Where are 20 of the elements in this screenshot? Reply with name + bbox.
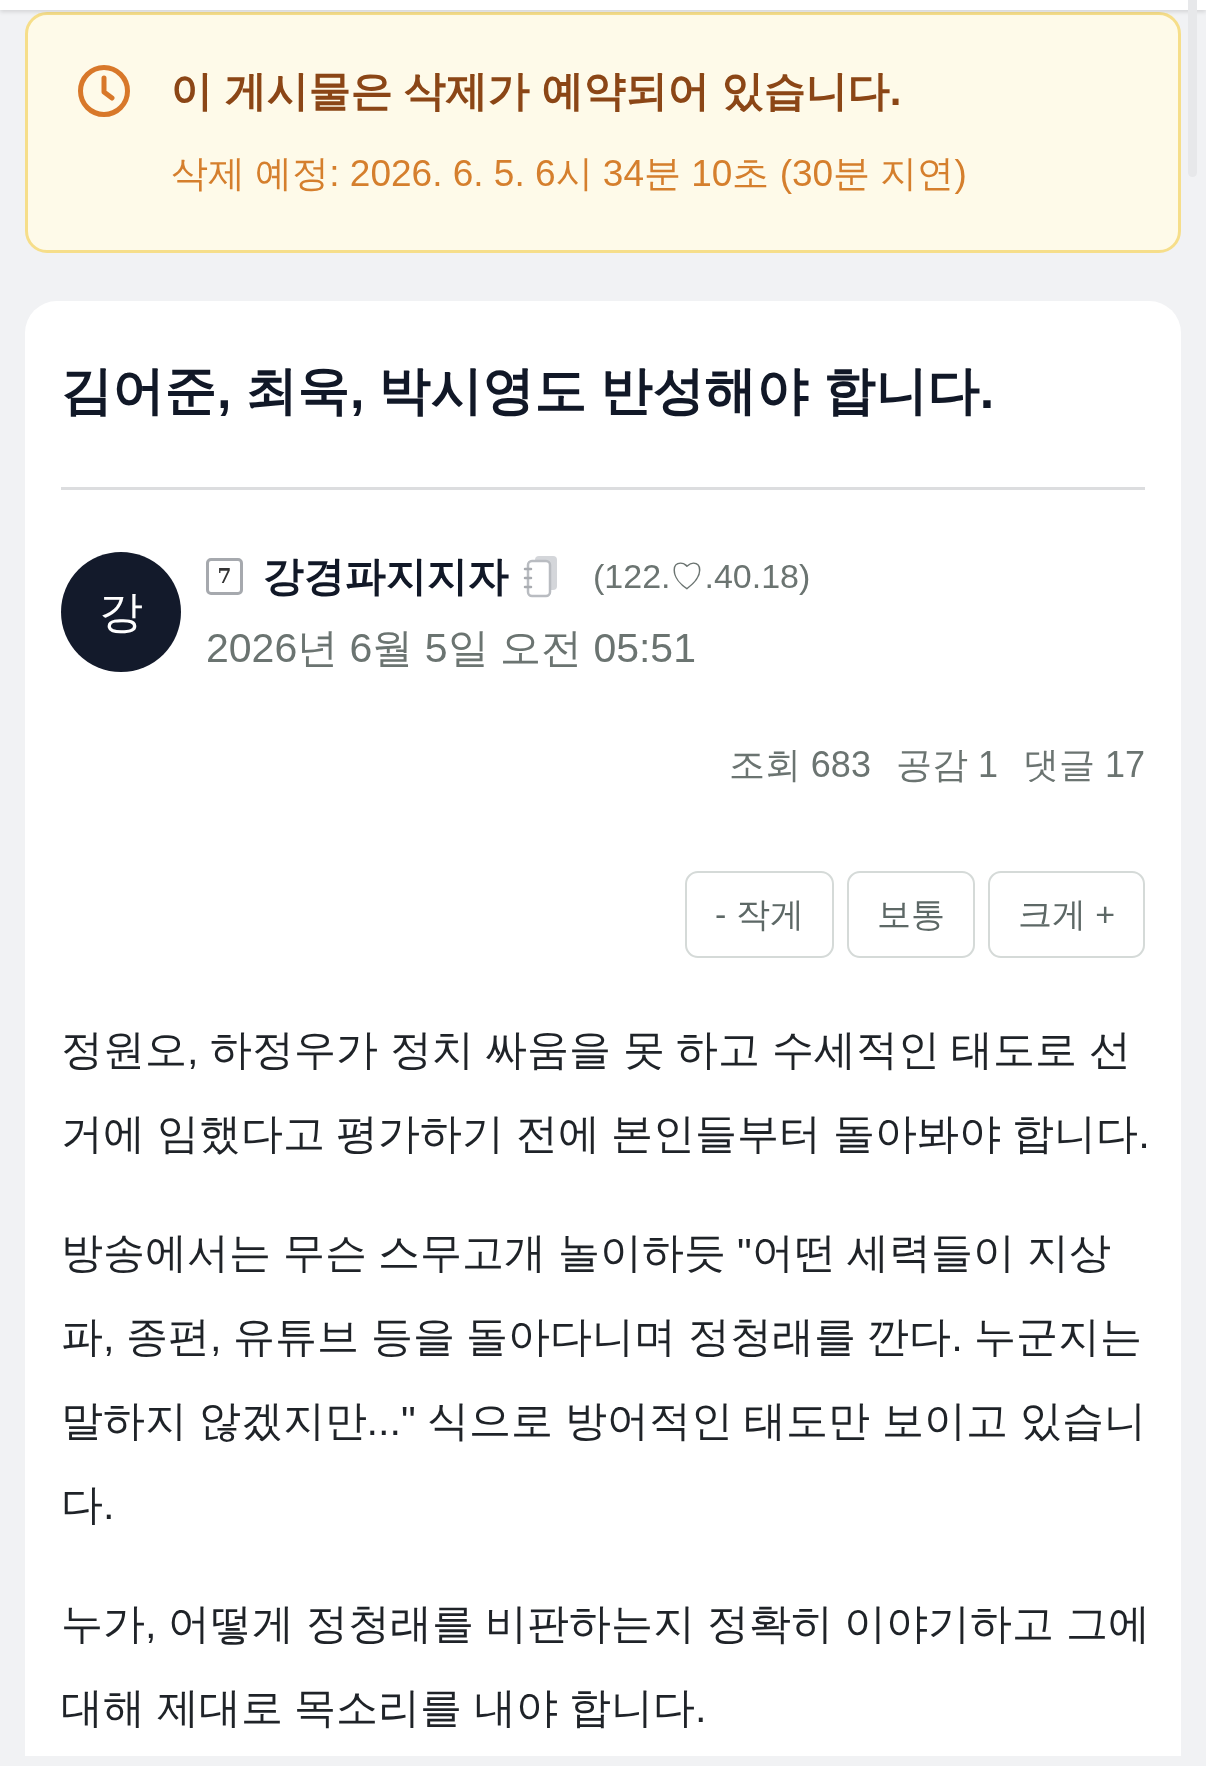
deletion-schedule: 삭제 예정: 2026. 6. 5. 6시 34분 10초 (30분 지연) xyxy=(171,152,967,196)
font-size-button[interactable]: 보통 xyxy=(846,871,975,958)
post-date: 2026년 6월 5일 오전 05:51 xyxy=(206,624,697,673)
avatar[interactable]: 강 xyxy=(61,552,181,672)
body-paragraph: 방송에서는 무슨 스무고개 놀이하듯 "어떤 세력들이 지상파, 종편, 유튜브 등을 돌아다니며 정청래를 깐다. 누군지는 말하지 않겠지만..." 식으로 방어적인 태도만 보이고 있습니다. xyxy=(61,1228,1147,1530)
body-paragraph: 누가, 어떻게 정청래를 비판하는지 정확히 이야기하고 그에 대해 제대로 목소리를 내야 합니다. xyxy=(61,1599,1151,1733)
ip-address: (122.♡.40.18) xyxy=(593,556,811,597)
clock-icon xyxy=(77,64,131,118)
scrollbar-thumb[interactable] xyxy=(1188,0,1197,177)
level-badge: 7 xyxy=(206,557,243,595)
font-size-button[interactable]: 크게 + xyxy=(987,871,1145,958)
post-stat: 댓글 17 xyxy=(1022,743,1145,787)
notebook-icon[interactable] xyxy=(523,554,559,598)
post-stat: 조회 683 xyxy=(728,743,871,787)
post-title: 김어준, 최욱, 박시영도 반성해야 합니다. xyxy=(61,360,996,421)
font-size-button[interactable]: - 작게 xyxy=(684,871,834,958)
notice-title: 이 게시물은 삭제가 예약되어 있습니다. xyxy=(171,66,903,116)
post-stat: 공감 1 xyxy=(895,743,998,787)
body-paragraph: 정원오, 하정우가 정치 싸움을 못 하고 수세적인 태도로 선거에 임했다고 평가하기 전에 본인들부터 돌아봐야 합니다. xyxy=(61,1025,1151,1159)
author-name[interactable]: 강경파지지자 xyxy=(263,550,509,602)
